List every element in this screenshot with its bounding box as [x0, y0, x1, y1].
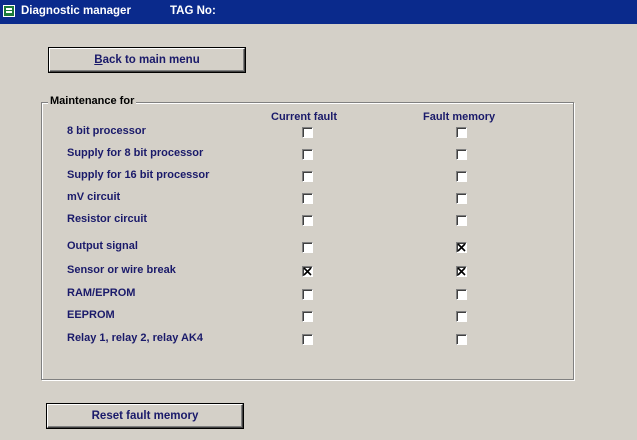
row-label: Supply for 8 bit processor: [67, 147, 204, 159]
row-label: Output signal: [67, 240, 138, 252]
fault-memory-checkbox[interactable]: [456, 242, 467, 253]
current-fault-checkbox[interactable]: [302, 334, 313, 345]
fault-memory-checkbox[interactable]: [456, 215, 467, 226]
row-label: 8 bit processor: [67, 125, 146, 137]
app-icon: [3, 5, 15, 17]
current-fault-checkbox[interactable]: [302, 289, 313, 300]
row-label: Resistor circuit: [67, 213, 148, 225]
row-label: RAM/EPROM: [67, 287, 136, 299]
fault-memory-header: Fault memory: [423, 111, 496, 123]
title-bar: Diagnostic manager TAG No:: [0, 0, 637, 24]
row-label: mV circuit: [67, 191, 121, 203]
window-title: Diagnostic manager: [21, 5, 131, 17]
fault-memory-checkbox[interactable]: [456, 289, 467, 300]
tag-label: TAG No:: [170, 5, 216, 17]
current-fault-checkbox[interactable]: [302, 242, 313, 253]
current-fault-checkbox[interactable]: [302, 149, 313, 160]
back-button-label: Back to main menu: [94, 54, 200, 66]
current-fault-checkbox[interactable]: [302, 311, 313, 322]
fault-memory-checkbox[interactable]: [456, 334, 467, 345]
fault-memory-checkbox[interactable]: [456, 311, 467, 322]
reset-button-label: Reset fault memory: [91, 410, 199, 422]
maintenance-group-label: Maintenance for: [48, 95, 137, 107]
fault-memory-checkbox[interactable]: [456, 266, 467, 277]
row-label: Relay 1, relay 2, relay AK4: [67, 332, 203, 344]
row-label: EEPROM: [67, 309, 115, 321]
fault-memory-checkbox[interactable]: [456, 127, 467, 138]
row-label: Sensor or wire break: [67, 264, 176, 276]
current-fault-checkbox[interactable]: [302, 127, 313, 138]
fault-memory-checkbox[interactable]: [456, 193, 467, 204]
current-fault-checkbox[interactable]: [302, 171, 313, 182]
fault-memory-checkbox[interactable]: [456, 149, 467, 160]
fault-memory-checkbox[interactable]: [456, 171, 467, 182]
current-fault-checkbox[interactable]: [302, 215, 313, 226]
back-to-main-menu-button[interactable]: Back to main menu: [49, 48, 245, 72]
row-label: Supply for 16 bit processor: [67, 169, 210, 181]
client-area: Back to main menu Maintenance for Curren…: [0, 24, 637, 440]
current-fault-checkbox[interactable]: [302, 266, 313, 277]
reset-fault-memory-button[interactable]: Reset fault memory: [47, 404, 243, 428]
current-fault-checkbox[interactable]: [302, 193, 313, 204]
current-fault-header: Current fault: [271, 111, 337, 123]
